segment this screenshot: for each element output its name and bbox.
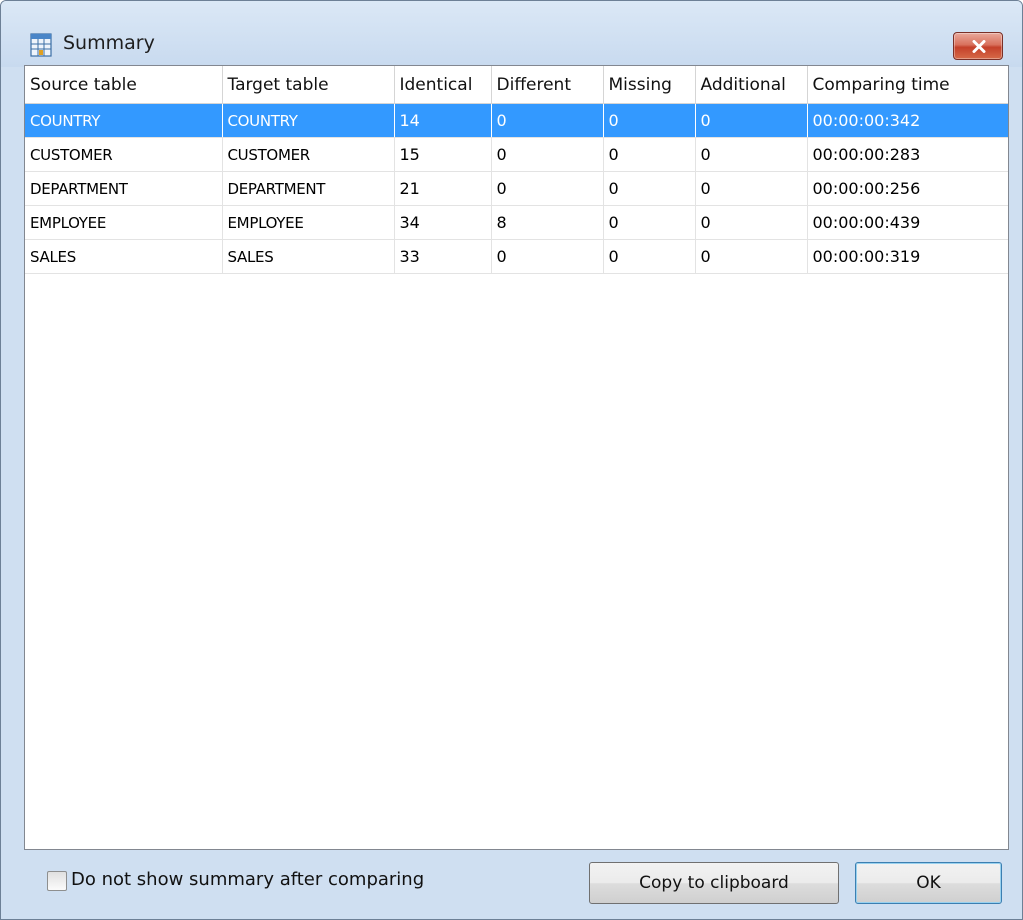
close-icon [972,40,986,53]
cell-additional: 0 [695,137,808,172]
cell-additional: 0 [695,205,808,240]
window-title: Summary [63,32,155,54]
column-header-missing[interactable]: Missing [603,66,696,104]
cell-source-table: DEPARTMENT [25,171,223,206]
title-bar[interactable]: Summary [1,1,1022,67]
cell-comparing-time: 00:00:00:256 [807,171,1008,206]
cell-source-table: SALES [25,239,223,274]
column-header-target-table[interactable]: Target table [222,66,395,104]
summary-grid[interactable]: Source table Target table Identical Diff… [24,65,1009,850]
cell-additional: 0 [695,171,808,206]
cell-source-table: CUSTOMER [25,137,223,172]
summary-table: Source table Target table Identical Diff… [25,66,1008,274]
column-header-identical[interactable]: Identical [394,66,492,104]
cell-target-table: EMPLOYEE [222,205,395,240]
cell-different: 0 [491,137,604,172]
summary-window: Summary Source table Target table Identi… [0,0,1023,920]
cell-identical: 14 [394,103,492,138]
close-button[interactable] [953,32,1003,60]
cell-comparing-time: 00:00:00:283 [807,137,1008,172]
table-row[interactable]: CUSTOMER CUSTOMER 15 0 0 0 00:00:00:283 [25,137,1008,172]
cell-identical: 34 [394,205,492,240]
cell-missing: 0 [603,205,696,240]
column-header-different[interactable]: Different [491,66,604,104]
table-header-row: Source table Target table Identical Diff… [25,66,1008,104]
cell-source-table: COUNTRY [25,103,223,138]
table-row[interactable]: COUNTRY COUNTRY 14 0 0 0 00:00:00:342 [25,103,1008,138]
column-header-source-table[interactable]: Source table [25,66,223,104]
cell-different: 0 [491,239,604,274]
ok-button[interactable]: OK [855,862,1002,904]
cell-different: 0 [491,171,604,206]
table-row[interactable]: DEPARTMENT DEPARTMENT 21 0 0 0 00:00:00:… [25,171,1008,206]
summary-table-icon [30,33,52,57]
table-row[interactable]: SALES SALES 33 0 0 0 00:00:00:319 [25,239,1008,274]
cell-missing: 0 [603,171,696,206]
cell-missing: 0 [603,239,696,274]
table-row[interactable]: EMPLOYEE EMPLOYEE 34 8 0 0 00:00:00:439 [25,205,1008,240]
cell-comparing-time: 00:00:00:439 [807,205,1008,240]
do-not-show-summary-checkbox[interactable] [47,871,67,891]
cell-different: 0 [491,103,604,138]
cell-target-table: CUSTOMER [222,137,395,172]
cell-different: 8 [491,205,604,240]
copy-to-clipboard-button[interactable]: Copy to clipboard [589,862,839,904]
cell-comparing-time: 00:00:00:319 [807,239,1008,274]
cell-target-table: DEPARTMENT [222,171,395,206]
cell-missing: 0 [603,137,696,172]
cell-target-table: COUNTRY [222,103,395,138]
column-header-comparing-time[interactable]: Comparing time [807,66,1008,104]
cell-additional: 0 [695,239,808,274]
do-not-show-summary-label[interactable]: Do not show summary after comparing [71,869,424,890]
cell-identical: 15 [394,137,492,172]
cell-source-table: EMPLOYEE [25,205,223,240]
cell-identical: 21 [394,171,492,206]
cell-comparing-time: 00:00:00:342 [807,103,1008,138]
cell-target-table: SALES [222,239,395,274]
cell-identical: 33 [394,239,492,274]
cell-missing: 0 [603,103,696,138]
cell-additional: 0 [695,103,808,138]
column-header-additional[interactable]: Additional [695,66,808,104]
